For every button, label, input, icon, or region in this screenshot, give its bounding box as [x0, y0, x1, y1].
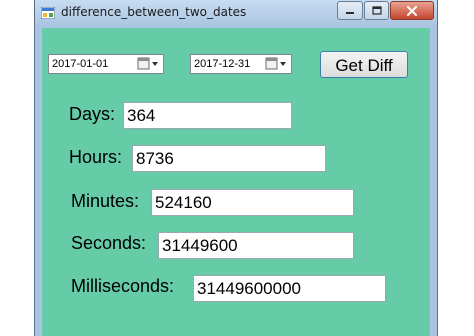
minimize-button[interactable] — [337, 1, 363, 20]
milliseconds-field[interactable]: 31449600000 — [193, 275, 386, 302]
hours-field[interactable]: 8736 — [132, 145, 326, 172]
seconds-label: Seconds: — [71, 233, 147, 253]
app-icon — [41, 7, 55, 19]
maximize-button[interactable] — [364, 1, 389, 20]
start-date-value: 2017-01-01 — [52, 58, 109, 70]
end-date-picker[interactable]: 2017-12-31 — [190, 54, 292, 74]
title-bar[interactable]: difference_between_two_dates — [35, 0, 437, 28]
minimize-icon — [346, 11, 354, 14]
calendar-dropdown-icon[interactable] — [137, 57, 161, 71]
start-date-picker[interactable]: 2017-01-01 — [48, 54, 164, 74]
hours-label: Hours: — [69, 147, 123, 167]
minutes-label: Minutes: — [71, 191, 140, 211]
maximize-icon — [371, 5, 382, 15]
end-date-value: 2017-12-31 — [194, 58, 251, 70]
minutes-field[interactable]: 524160 — [151, 189, 354, 216]
close-button[interactable] — [390, 1, 434, 20]
close-icon — [407, 5, 417, 16]
milliseconds-label: Milliseconds: — [71, 276, 175, 296]
seconds-field[interactable]: 31449600 — [158, 232, 354, 259]
get-diff-button[interactable]: Get Diff — [320, 51, 408, 78]
calendar-dropdown-icon[interactable] — [265, 57, 289, 71]
app-window: difference_between_two_dates 2017-01-01 — [34, 0, 438, 336]
days-label: Days: — [69, 104, 116, 124]
days-field[interactable]: 364 — [123, 102, 292, 129]
form-client-area: 2017-01-01 2017-12-31 Get Diff Days: 364… — [42, 28, 430, 336]
window-title: difference_between_two_dates — [61, 5, 247, 19]
